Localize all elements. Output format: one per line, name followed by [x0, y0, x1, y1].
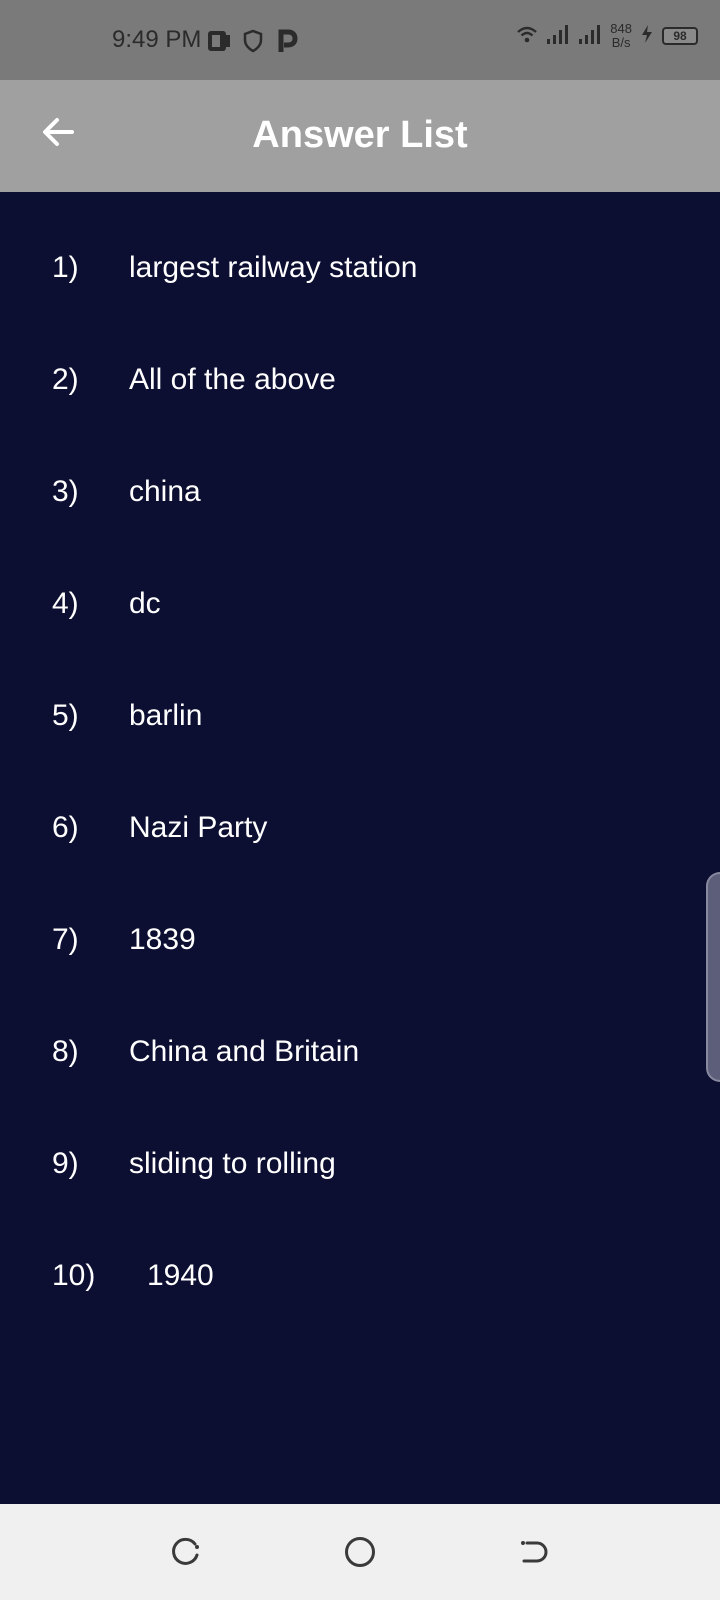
signal-icon-2	[578, 23, 602, 50]
recent-apps-icon	[169, 1535, 203, 1574]
wifi-icon	[516, 24, 538, 49]
answer-text: Nazi Party	[129, 811, 268, 844]
edge-panel-handle[interactable]	[706, 872, 720, 1082]
signal-icon-1	[546, 23, 570, 50]
list-item: 7) 1839	[0, 900, 720, 980]
answer-text: largest railway station	[129, 251, 418, 284]
status-bar: 9:49 PM 848 B/s 98	[0, 0, 720, 80]
list-item: 5) barlin	[0, 676, 720, 756]
answer-number: 3)	[52, 475, 79, 508]
answer-text: 1940	[147, 1259, 214, 1292]
navigation-bar	[0, 1504, 720, 1600]
answer-number: 4)	[52, 587, 79, 620]
p-app-icon	[275, 28, 299, 59]
answer-text: barlin	[129, 699, 203, 732]
list-item: 9) sliding to rolling	[0, 1124, 720, 1204]
answer-number: 1)	[52, 251, 79, 284]
answer-text: China and Britain	[129, 1035, 360, 1068]
answer-number: 8)	[52, 1035, 79, 1068]
list-item: 3) china	[0, 452, 720, 532]
battery-indicator: 98	[662, 27, 698, 45]
net-speed-unit: B/s	[611, 35, 631, 50]
answer-text: sliding to rolling	[129, 1147, 336, 1180]
list-item: 1) largest railway station	[0, 228, 720, 308]
status-right: 848 B/s 98	[516, 22, 698, 50]
answer-number: 5)	[52, 699, 79, 732]
list-item: 6) Nazi Party	[0, 788, 720, 868]
status-time: 9:49 PM	[112, 26, 202, 53]
answer-text: china	[129, 475, 201, 508]
app-bar: Answer List	[0, 80, 720, 192]
net-speed-value: 848	[610, 21, 632, 36]
answer-text: 1839	[129, 923, 196, 956]
shield-icon	[241, 29, 265, 58]
answer-number: 10)	[52, 1259, 96, 1292]
list-item: 2) All of the above	[0, 340, 720, 420]
answer-text: dc	[129, 587, 161, 620]
list-item: 8) China and Britain	[0, 1012, 720, 1092]
answer-number: 9)	[52, 1147, 79, 1180]
answer-number: 2)	[52, 363, 79, 396]
app-notification-icon	[207, 29, 231, 58]
answer-number: 7)	[52, 923, 79, 956]
list-item: 4) dc	[0, 564, 720, 644]
answer-text: All of the above	[129, 363, 336, 396]
answer-number: 6)	[52, 811, 79, 844]
home-button[interactable]	[340, 1534, 380, 1574]
status-left-icons	[207, 28, 299, 59]
charging-icon	[640, 24, 654, 49]
list-item: 10) 1940	[0, 1236, 720, 1316]
back-icon	[517, 1535, 551, 1574]
recent-apps-button[interactable]	[166, 1534, 206, 1574]
home-icon	[343, 1535, 377, 1574]
nav-back-button[interactable]	[514, 1534, 554, 1574]
page-title: Answer List	[252, 114, 468, 156]
net-speed: 848 B/s	[610, 22, 632, 50]
